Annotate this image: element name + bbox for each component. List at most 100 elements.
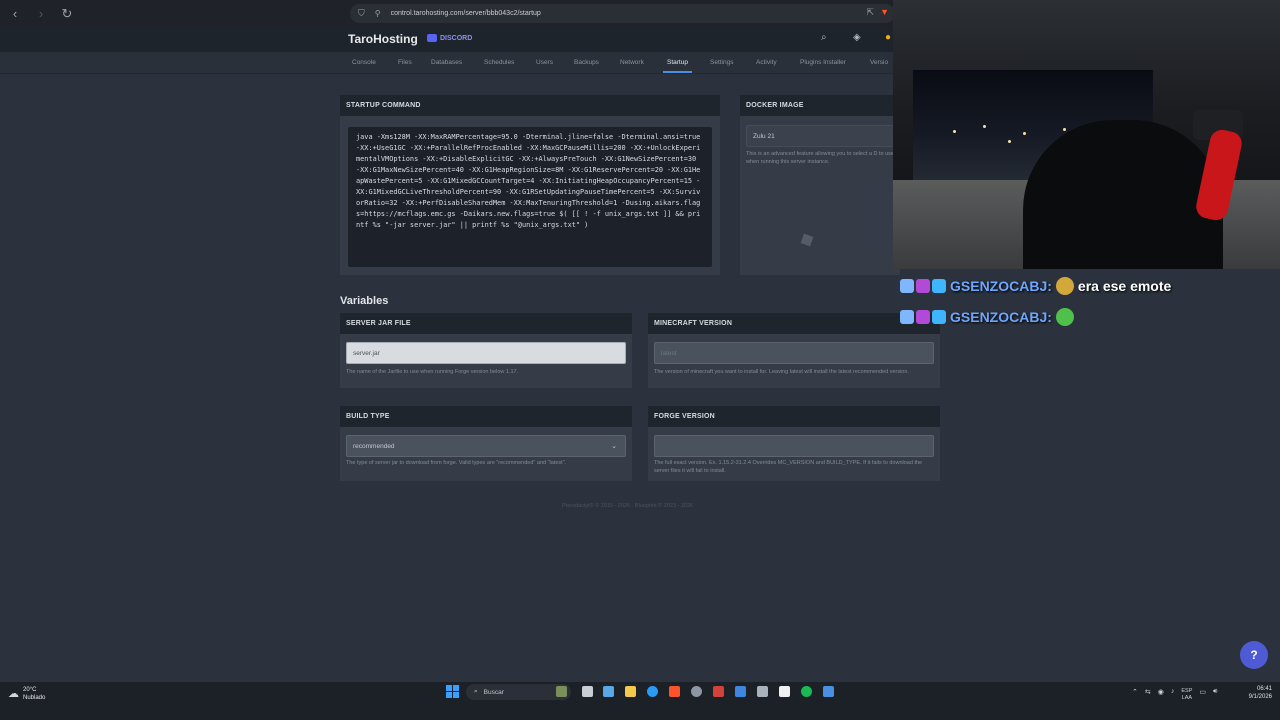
volume-icon[interactable]: 🔊︎ bbox=[1213, 688, 1217, 702]
sub-badge-icon bbox=[916, 310, 930, 324]
tab-schedules[interactable]: Schedules bbox=[484, 59, 514, 66]
search-icon: ⌕ bbox=[474, 688, 478, 695]
webcam-overlay bbox=[893, 0, 1280, 269]
tab-network[interactable]: Network bbox=[620, 59, 644, 66]
back-icon[interactable]: ‹ bbox=[4, 3, 26, 25]
language-indicator[interactable]: ESP LAA bbox=[1181, 688, 1192, 702]
tab-backups[interactable]: Backups bbox=[574, 59, 599, 66]
variable-server-jar: SERVER JAR FILE server.jar The name of t… bbox=[340, 313, 632, 388]
variable-help: The full exact version. Ex. 1.15.2-31.2.… bbox=[654, 460, 923, 474]
variable-title: FORGE VERSION bbox=[648, 406, 940, 427]
widgets-icon[interactable] bbox=[556, 686, 567, 697]
forward-icon[interactable]: › bbox=[30, 3, 52, 25]
layers-icon[interactable]: ◈ bbox=[853, 32, 861, 43]
cloud-icon: ☁ bbox=[8, 688, 19, 700]
cube-badge-icon bbox=[932, 310, 946, 324]
help-button[interactable]: ? bbox=[1240, 641, 1268, 669]
clock[interactable]: 06:41 9/1/2026 bbox=[1249, 685, 1272, 701]
panel-title: STARTUP COMMAND bbox=[340, 95, 720, 116]
address-bar[interactable]: ⛉ ⚲ control.tarohosting.com/server/bbb04… bbox=[350, 4, 895, 23]
server-jar-input[interactable]: server.jar bbox=[346, 342, 626, 364]
clock-date: 9/1/2026 bbox=[1248, 694, 1272, 700]
tab-plugins-installer[interactable]: Plugins Installer bbox=[800, 59, 846, 66]
tab-users[interactable]: Users bbox=[536, 59, 553, 66]
search-icon[interactable]: ⌕ bbox=[821, 32, 827, 43]
server-jar-value: server.jar bbox=[353, 350, 380, 357]
app-icon[interactable] bbox=[735, 686, 746, 697]
chat-badges bbox=[900, 310, 946, 324]
tab-activity[interactable]: Activity bbox=[756, 59, 777, 66]
variable-build-type: BUILD TYPE recommended ⌄ The type of ser… bbox=[340, 406, 632, 481]
lang-primary: ESP bbox=[1181, 688, 1193, 694]
chevron-up-icon[interactable]: ⌃ bbox=[1132, 688, 1138, 702]
loading-spinner-icon bbox=[800, 233, 814, 247]
variable-help: The type of server jar to download from … bbox=[346, 460, 567, 466]
chat-message: GSENZOCABJ: era ese emote bbox=[900, 277, 1171, 295]
weather-temp: 20°C bbox=[23, 687, 37, 693]
share-icon[interactable]: ⇱ bbox=[867, 7, 875, 18]
reload-icon[interactable]: ↻ bbox=[56, 3, 78, 25]
search-label: Buscar bbox=[483, 688, 504, 696]
startup-command-panel: STARTUP COMMAND java -Xms128M -XX:MaxRAM… bbox=[340, 95, 720, 275]
variable-minecraft-version: MINECRAFT VERSION latest The version of … bbox=[648, 313, 940, 388]
file-explorer-icon[interactable] bbox=[625, 686, 636, 697]
green-emote-icon bbox=[1055, 308, 1074, 326]
tab-files[interactable]: Files bbox=[398, 59, 412, 66]
capcut-icon[interactable] bbox=[779, 686, 790, 697]
tab-databases[interactable]: Databases bbox=[431, 59, 462, 66]
minecraft-version-value: latest bbox=[661, 350, 677, 357]
variable-help: The version of minecraft you want to ins… bbox=[654, 369, 909, 375]
coin-emote-icon bbox=[1055, 277, 1074, 295]
variable-forge-version: FORGE VERSION The full exact version. Ex… bbox=[648, 406, 940, 481]
system-tray: ⌃ ⇆ ◉ ♪ ESP LAA ▭ 🔊︎ bbox=[1132, 688, 1217, 702]
edge-icon[interactable] bbox=[647, 686, 658, 697]
forge-version-input[interactable] bbox=[654, 435, 934, 457]
sub-badge-icon bbox=[916, 279, 930, 293]
app-icon[interactable] bbox=[823, 686, 834, 697]
tab-startup[interactable]: Startup bbox=[663, 59, 692, 73]
app-tray-icon[interactable]: ◉ bbox=[1158, 688, 1164, 702]
brave-icon[interactable] bbox=[669, 686, 680, 697]
minecraft-version-input[interactable]: latest bbox=[654, 342, 934, 364]
brave-shield-icon[interactable]: ▼ bbox=[880, 7, 889, 18]
weather-widget[interactable]: ☁ 20°C Nublado bbox=[8, 686, 45, 702]
site-info-icon[interactable]: ⚲ bbox=[375, 9, 381, 18]
streamer-silhouette bbox=[1023, 120, 1223, 269]
brand-logo[interactable]: TaroHosting bbox=[348, 32, 418, 46]
cube-badge-icon bbox=[932, 279, 946, 293]
variable-title: MINECRAFT VERSION bbox=[648, 313, 940, 334]
avatar[interactable]: ● bbox=[885, 32, 891, 43]
mic-icon[interactable]: ♪ bbox=[1171, 688, 1175, 702]
startup-command-text: java -Xms128M -XX:MaxRAMPercentage=95.0 … bbox=[348, 127, 712, 267]
tab-settings[interactable]: Settings bbox=[710, 59, 734, 66]
chat-badges bbox=[900, 279, 946, 293]
spotify-icon[interactable] bbox=[801, 686, 812, 697]
bookmark-icon[interactable]: ⛉ bbox=[358, 8, 365, 19]
docker-help-text: This is an advanced feature allowing you… bbox=[746, 151, 894, 165]
app-icon[interactable] bbox=[713, 686, 724, 697]
windows-taskbar: ☁ 20°C Nublado ⌕ Buscar ⌃ ⇆ ◉ ♪ ESP LAA … bbox=[0, 682, 1280, 720]
windows-start-icon[interactable] bbox=[446, 685, 459, 698]
discord-link[interactable]: DISCORD bbox=[427, 34, 472, 42]
docker-image-select[interactable]: Zulu 21 bbox=[746, 125, 896, 147]
variable-title: SERVER JAR FILE bbox=[340, 313, 632, 334]
docker-image-value: Zulu 21 bbox=[753, 133, 775, 140]
app-icon[interactable] bbox=[691, 686, 702, 697]
network-icon[interactable]: ⇆ bbox=[1145, 688, 1151, 702]
chat-message: GSENZOCABJ: bbox=[900, 308, 1078, 326]
tab-console[interactable]: Console bbox=[352, 59, 376, 66]
app-icon[interactable] bbox=[757, 686, 768, 697]
page-footer: Pterodactyl® © 2015 - 2026 · Blueprint ©… bbox=[562, 503, 694, 509]
discord-label: DISCORD bbox=[440, 34, 473, 42]
task-view-icon[interactable] bbox=[582, 686, 593, 697]
discord-icon bbox=[427, 34, 437, 42]
chat-username: GSENZOCABJ: bbox=[950, 309, 1052, 325]
build-type-select[interactable]: recommended ⌄ bbox=[346, 435, 626, 457]
tab-versions[interactable]: Versio bbox=[870, 59, 888, 66]
copilot-icon[interactable] bbox=[603, 686, 614, 697]
sword-badge-icon bbox=[900, 279, 914, 293]
docker-image-panel: DOCKER IMAGE Zulu 21 This is an advanced… bbox=[740, 95, 900, 275]
variable-title: BUILD TYPE bbox=[340, 406, 632, 427]
display-icon[interactable]: ▭ bbox=[1199, 688, 1206, 702]
chat-text: era ese emote bbox=[1077, 278, 1172, 294]
